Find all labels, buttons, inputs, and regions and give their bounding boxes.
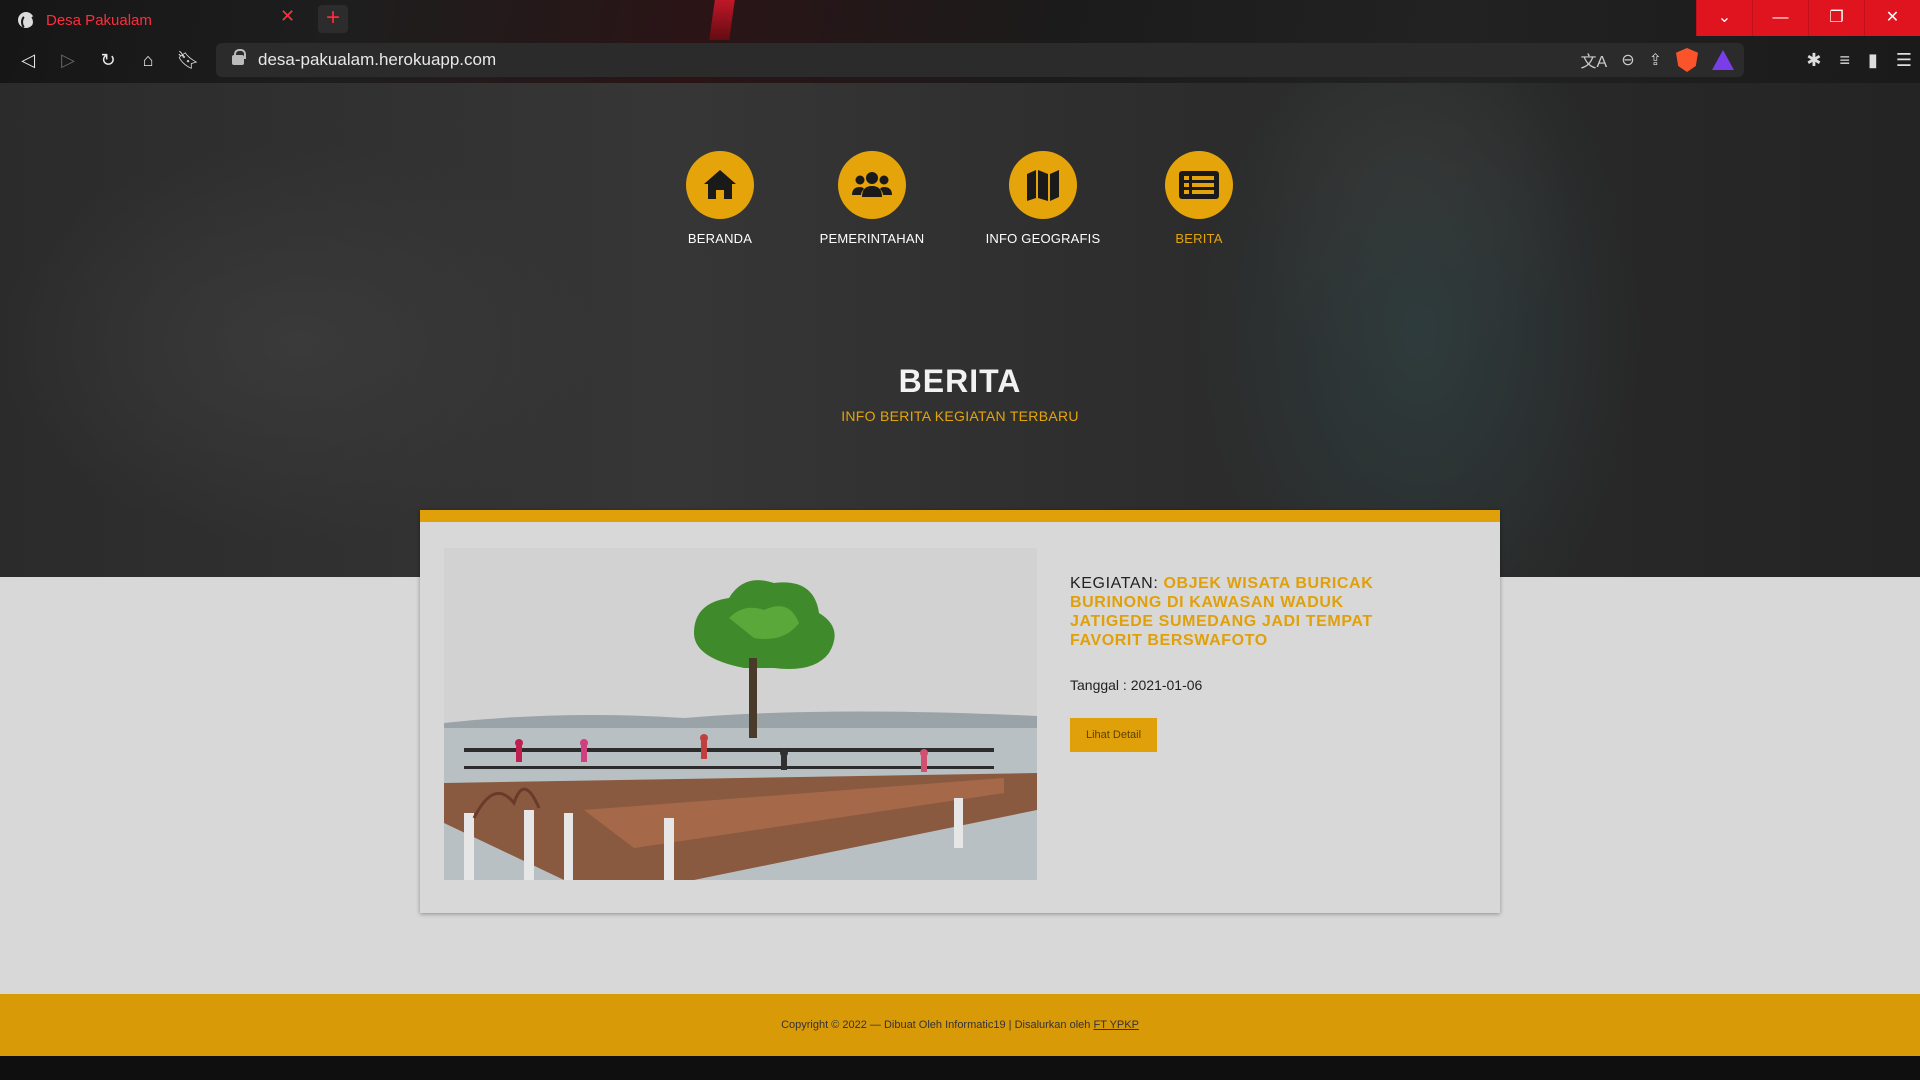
browser-toolbar: ◁ ▷ ↻ ⌂ 🔖︎ desa-pakualam.herokuapp.com 文…	[0, 41, 1920, 79]
home-icon	[686, 151, 754, 219]
home-button-icon[interactable]: ⌂	[128, 44, 168, 76]
nav-label-active: BERITA	[1175, 231, 1223, 246]
browser-tab[interactable]: Desa Pakualam	[8, 4, 308, 36]
news-category: KEGIATAN:	[1070, 575, 1159, 592]
minimize-icon[interactable]: —	[1752, 0, 1808, 36]
news-card: KEGIATAN: OBJEK WISATA BURICAK BURINONG …	[420, 510, 1500, 913]
new-tab-button[interactable]: +	[318, 5, 348, 33]
footer-text: Copyright © 2022 — Dibuat Oleh Informati…	[781, 1019, 1091, 1031]
nav-item-pemerintahan[interactable]: PEMERINTAHAN	[792, 151, 952, 246]
lock-icon	[232, 49, 246, 65]
url-text[interactable]: desa-pakualam.herokuapp.com	[258, 50, 496, 70]
bottom-strip	[0, 1056, 1920, 1080]
nav-label: BERANDA	[687, 231, 753, 246]
news-title[interactable]: KEGIATAN: OBJEK WISATA BURICAK BURINONG …	[1070, 574, 1430, 650]
nav-item-beranda[interactable]: BERANDA	[640, 151, 800, 246]
page-subtitle: INFO BERITA KEGIATAN TERBARU	[841, 408, 1079, 424]
footer-link[interactable]: FT YPKP	[1093, 1019, 1138, 1031]
users-icon	[838, 151, 906, 219]
page-title: BERITA	[898, 363, 1022, 399]
hero-section: BERANDA PEMERINTAHAN INFO GEOGRAFIS BERI…	[0, 83, 1920, 577]
newspaper-icon	[1165, 151, 1233, 219]
nav-label: PEMERINTAHAN	[819, 231, 925, 246]
share-icon[interactable]: ⇪	[1649, 50, 1662, 70]
news-date: Tanggal : 2021-01-06	[1070, 677, 1203, 693]
page: BERANDA PEMERINTAHAN INFO GEOGRAFIS BERI…	[0, 83, 1920, 1080]
extension-area: ✱ ≡ ▮ ☰	[1806, 41, 1912, 79]
bookmark-icon[interactable]: 🔖︎	[168, 44, 208, 76]
omnibox-actions: 文A ⊖ ⇪	[1581, 43, 1734, 77]
back-icon[interactable]: ◁	[8, 44, 48, 76]
sidebar-icon[interactable]: ▮	[1868, 50, 1878, 71]
browser-chrome: Desa Pakualam ✕ + ⌄ — ❐ ✕ ◁ ▷ ↻ ⌂ 🔖︎ des…	[0, 0, 1920, 83]
address-bar[interactable]: desa-pakualam.herokuapp.com 文A ⊖ ⇪	[216, 43, 1744, 77]
reload-icon[interactable]: ↻	[88, 44, 128, 76]
detail-button[interactable]: Lihat Detail	[1070, 718, 1158, 752]
extensions-icon[interactable]: ✱	[1806, 50, 1821, 71]
restore-icon[interactable]: ❐	[1808, 0, 1864, 36]
zoom-out-icon[interactable]: ⊖	[1621, 50, 1634, 70]
nav-item-berita[interactable]: BERITA	[1119, 151, 1279, 246]
news-image[interactable]	[444, 548, 1037, 880]
close-window-icon[interactable]: ✕	[1864, 0, 1920, 36]
map-icon	[1009, 151, 1077, 219]
menu-icon[interactable]: ☰	[1896, 50, 1912, 71]
media-queue-icon[interactable]: ≡	[1839, 50, 1850, 71]
translate-icon[interactable]: 文A	[1581, 48, 1608, 72]
tab-title: Desa Pakualam	[46, 11, 152, 29]
news-content: KEGIATAN: OBJEK WISATA BURICAK BURINONG …	[1070, 574, 1430, 752]
nav-item-info-geografis[interactable]: INFO GEOGRAFIS	[963, 151, 1123, 246]
brave-rewards-icon[interactable]	[1712, 50, 1734, 70]
window-controls: ⌄ — ❐ ✕	[1696, 0, 1920, 36]
globe-icon	[18, 12, 35, 30]
tab-close-icon[interactable]: ✕	[280, 6, 295, 27]
forward-icon[interactable]: ▷	[48, 44, 88, 76]
tab-search-icon[interactable]: ⌄	[1696, 0, 1752, 36]
footer: Copyright © 2022 — Dibuat Oleh Informati…	[0, 994, 1920, 1056]
main-nav: BERANDA PEMERINTAHAN INFO GEOGRAFIS BERI…	[0, 151, 1920, 261]
brave-shields-icon[interactable]	[1676, 48, 1698, 72]
nav-label: INFO GEOGRAFIS	[985, 231, 1101, 246]
